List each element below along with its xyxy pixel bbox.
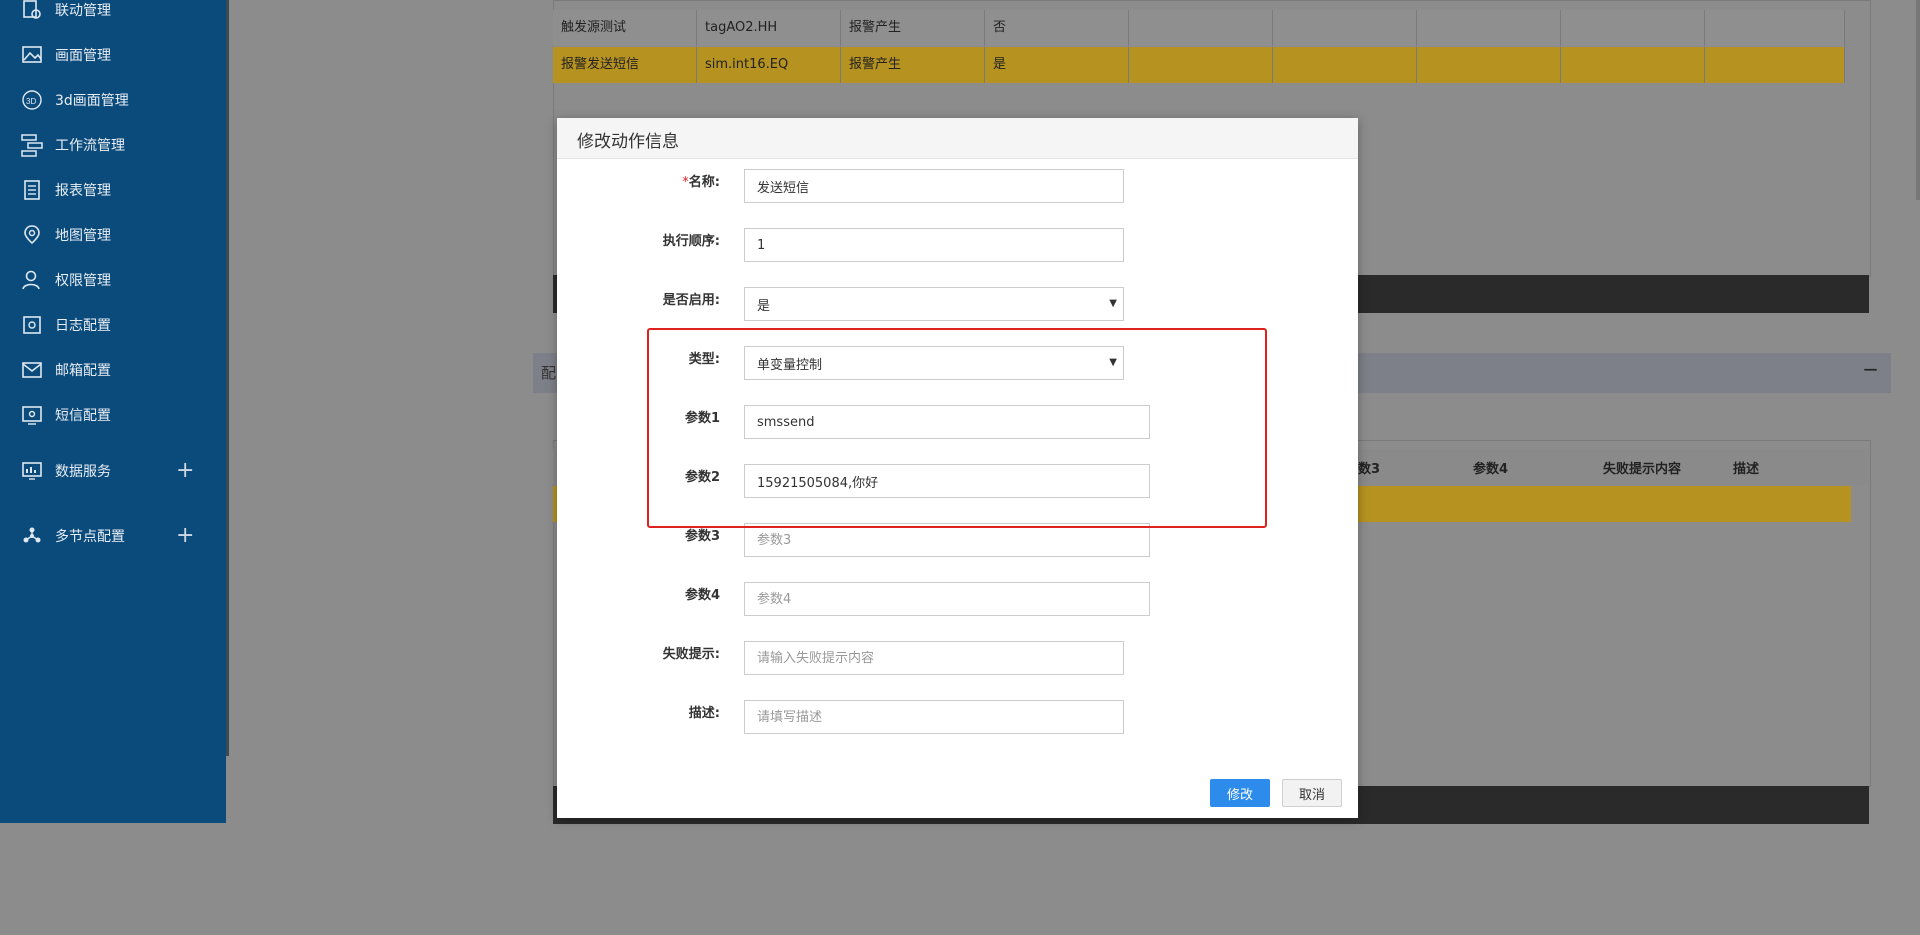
sidebar-item-label: 短信配置: [55, 408, 111, 424]
description-label: 描述:: [688, 706, 720, 721]
section-title: 配: [541, 364, 557, 382]
sidebar-item-label: 工作流管理: [55, 138, 125, 154]
dialog-title: 修改动作信息: [577, 132, 679, 152]
table-cell: [1417, 47, 1561, 83]
sidebar-item-linkage[interactable]: 联动管理: [0, 0, 226, 28]
enabled-label: 是否启用:: [662, 293, 720, 308]
sidebar-item-label: 邮箱配置: [55, 363, 111, 379]
collapse-icon[interactable]: −: [1862, 357, 1879, 381]
table-row-selected[interactable]: 报警发送短信 sim.int16.EQ 报警产生 是: [553, 47, 1845, 83]
cancel-button[interactable]: 取消: [1282, 779, 1342, 807]
column-header: 描述: [1733, 462, 1760, 477]
sidebar-item-label: 画面管理: [55, 48, 111, 64]
sidebar-item-mail[interactable]: 邮箱配置: [0, 352, 226, 388]
table-cell: [1129, 47, 1273, 83]
map-pin-icon: [20, 223, 44, 247]
sidebar-item-3d-screen[interactable]: 3D 3d画面管理: [0, 82, 226, 118]
table-cell: [1705, 47, 1845, 83]
sidebar-divider: [226, 0, 229, 756]
label-text: 名称:: [688, 175, 720, 190]
table-cell: sim.int16.EQ: [697, 47, 841, 83]
mail-icon: [20, 358, 44, 382]
order-input[interactable]: [744, 228, 1124, 262]
fail-tip-input[interactable]: [744, 641, 1124, 675]
annotation-highlight-box: [647, 328, 1267, 528]
table-cell: tagAO2.HH: [697, 10, 841, 46]
table-cell: 报警发送短信: [553, 47, 697, 83]
table-cell: [1273, 10, 1417, 46]
sidebar-item-label: 报表管理: [55, 183, 111, 199]
modify-button[interactable]: 修改: [1210, 779, 1270, 807]
table-cell: [1273, 47, 1417, 83]
param4-input[interactable]: [744, 582, 1150, 616]
sidebar-item-label: 3d画面管理: [55, 93, 129, 109]
table-cell: 报警产生: [841, 10, 985, 46]
table-cell: [1417, 10, 1561, 46]
sidebar-item-label: 日志配置: [55, 318, 111, 334]
sidebar-item-map[interactable]: 地图管理: [0, 217, 226, 253]
image-icon: [20, 43, 44, 67]
table-cell: 是: [985, 47, 1129, 83]
fail-tip-label: 失败提示:: [662, 647, 720, 662]
linkage-icon: [20, 0, 44, 22]
sidebar-item-label: 权限管理: [55, 273, 111, 289]
3d-icon: 3D: [20, 88, 44, 112]
sidebar-item-label: 多节点配置: [55, 529, 125, 545]
dialog-header: 修改动作信息: [557, 118, 1358, 159]
sidebar-item-permission[interactable]: 权限管理: [0, 262, 226, 298]
table-cell: [1705, 10, 1845, 46]
chart-icon: [20, 459, 44, 483]
sidebar-item-workflow[interactable]: 工作流管理: [0, 127, 226, 163]
name-label: *名称:: [630, 171, 720, 190]
param3-input[interactable]: [744, 523, 1150, 557]
sidebar-item-screen[interactable]: 画面管理: [0, 37, 226, 73]
table-cell: [1561, 10, 1705, 46]
sidebar-item-label: 联动管理: [55, 3, 111, 19]
log-icon: [20, 313, 44, 337]
user-permission-icon: [20, 268, 44, 292]
expand-plus-icon[interactable]: +: [176, 525, 194, 547]
column-header: 失败提示内容: [1603, 462, 1682, 477]
order-label: 执行顺序:: [662, 234, 720, 249]
column-header: 数3: [1358, 462, 1381, 477]
sidebar-item-label: 数据服务: [55, 464, 111, 480]
description-input[interactable]: [744, 700, 1124, 734]
table-cell: 否: [985, 10, 1129, 46]
table-cell: 报警产生: [841, 47, 985, 83]
nodes-icon: [20, 524, 44, 548]
enabled-select[interactable]: 是 ▼: [744, 287, 1124, 321]
sidebar-item-data-service[interactable]: 数据服务 +: [0, 453, 226, 489]
sidebar-item-label: 地图管理: [55, 228, 111, 244]
select-value: 是: [757, 298, 771, 314]
sidebar-item-report[interactable]: 报表管理: [0, 172, 226, 208]
chevron-down-icon: ▼: [1109, 298, 1117, 309]
table-row[interactable]: 触发源测试 tagAO2.HH 报警产生 否: [553, 10, 1845, 46]
table-cell: [1129, 10, 1273, 46]
sidebar: 联动管理 画面管理 3D 3d画面管理 工作流管理 报表管理 地图管理 权限管理…: [0, 0, 226, 823]
scrollbar-thumb[interactable]: [1916, 0, 1920, 200]
param4-label: 参数4: [684, 588, 720, 603]
svg-text:3D: 3D: [26, 97, 36, 106]
sidebar-item-sms[interactable]: 短信配置: [0, 397, 226, 433]
report-icon: [20, 178, 44, 202]
workflow-icon: [20, 133, 44, 157]
sidebar-item-multinode[interactable]: 多节点配置 +: [0, 518, 226, 554]
expand-plus-icon[interactable]: +: [176, 460, 194, 482]
sidebar-item-log[interactable]: 日志配置: [0, 307, 226, 343]
sms-icon: [20, 403, 44, 427]
table-cell: 触发源测试: [553, 10, 697, 46]
column-header: 参数4: [1473, 462, 1509, 477]
table-cell: [1561, 47, 1705, 83]
name-input[interactable]: [744, 169, 1124, 203]
